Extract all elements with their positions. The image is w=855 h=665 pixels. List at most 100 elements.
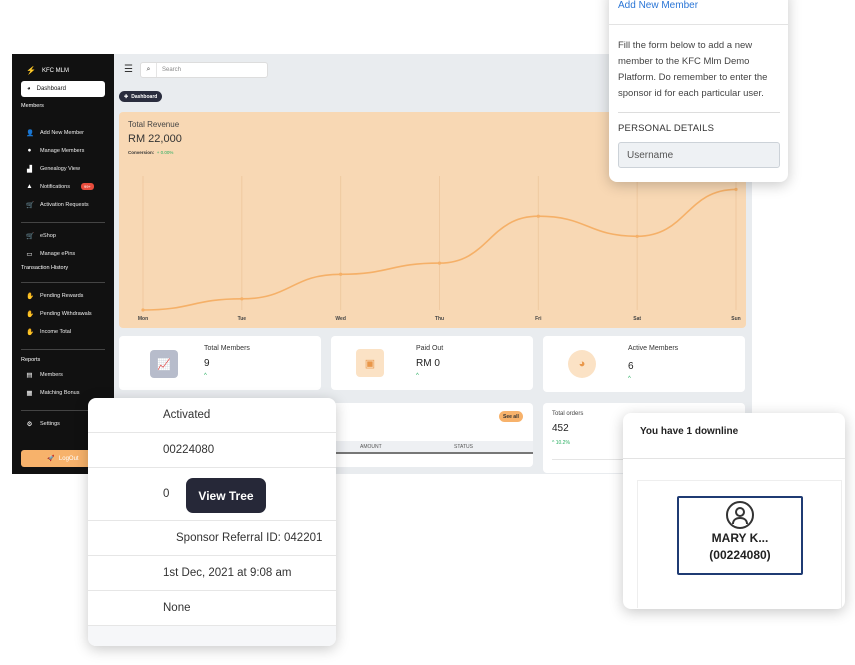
brand[interactable]: ⚡ KFC MLM [26,66,69,75]
total-members-value: 9 [204,358,210,369]
data-point[interactable] [339,272,343,276]
bolt-icon: ⚡ [26,66,36,75]
downline-count: 0 [163,488,170,500]
section-transaction-history: Transaction History [21,265,69,271]
cart-icon: 🛒 [26,233,35,240]
x-tick-label: Fri [535,316,542,322]
divider [21,222,105,223]
hand-coin-icon: ✋ [26,293,35,300]
sidebar-item-manage-epins[interactable]: ▭ Manage ePins [26,250,112,258]
plus-icon: ✚ [124,93,129,100]
trend-icon: 📈 [150,350,178,378]
notification-badge: 99+ [80,183,94,190]
detail-status: Activated [88,398,336,433]
sidebar-item-pending-rewards[interactable]: ✋ Pending Rewards [26,292,112,300]
dashboard-button[interactable]: ✚ Dashboard [119,91,163,102]
downline-title: You have 1 downline [640,426,739,437]
trend-indicator: ^ [628,376,631,382]
total-members-card: 📈 Total Members 9 ^ [119,336,321,390]
orders-label: Total orders [552,411,584,417]
sidebar-item-manage-members[interactable]: ● Manage Members [26,147,112,154]
node-name: MARY K... [711,531,769,545]
paid-out-card: ▣ Paid Out RM 0 ^ [331,336,533,390]
sidebar-item-add-new-member[interactable]: 👤 Add New Member [26,129,112,137]
paid-out-value: RM 0 [416,358,440,369]
detail-member-id: 00224080 [88,433,336,468]
hand-coin-icon: ✋ [26,311,35,318]
menu-icon[interactable]: ☰ [124,64,133,75]
palette-icon: ◕ [27,86,31,92]
divider [21,282,105,283]
orders-value: 452 [552,423,569,434]
x-tick-label: Sun [731,316,740,322]
active-members-value: 6 [628,361,634,372]
node-id: (00224080) [709,548,771,562]
downline-panel: You have 1 downline MARY K... (00224080) [623,413,845,609]
search-box[interactable]: ⌕ Search [140,62,268,78]
section-reports: Reports [21,357,41,363]
sidebar-item-income-total[interactable]: ✋ Income Total [26,328,112,336]
paid-out-label: Paid Out [416,345,444,352]
divider [21,349,105,350]
sidebar-item-dashboard[interactable]: ◕ Dashboard [21,81,105,97]
data-point[interactable] [734,187,738,191]
section-members: Members [21,103,44,109]
tree-node[interactable]: MARY K... (00224080) [677,496,803,575]
user-icon: ● [27,147,32,154]
hand-coin-icon: ✋ [26,329,35,336]
x-tick-label: Sat [633,316,641,322]
sidebar-item-matching-bonus[interactable]: ▦ Matching Bonus [26,389,112,397]
detail-sponsor: Sponsor Referral ID: 042201 [88,521,336,556]
data-point[interactable] [536,214,540,218]
x-tick-label: Thu [435,316,444,322]
detail-joined: 1st Dec, 2021 at 9:08 am [88,556,336,591]
view-tree-button[interactable]: View Tree [186,478,266,513]
chart-icon: ▟ [27,166,32,173]
divider [618,112,780,113]
add-member-description: Fill the form below to add a new member … [618,40,768,99]
palette-icon: ◕ [568,350,596,378]
col-amount: AMOUNT [360,444,382,450]
search-input[interactable]: Search [157,67,181,73]
divider [623,458,845,459]
sidebar-item-pending-withdrawals[interactable]: ✋ Pending Withdrawals [26,310,112,318]
trend-indicator: ^ [416,373,419,379]
sidebar-item-report-members[interactable]: ▤ Members [26,371,112,379]
data-point[interactable] [141,308,145,312]
sidebar-item-genealogy-view[interactable]: ▟ Genealogy View [26,165,112,173]
sidebar-item-activation-requests[interactable]: 🛒 Activation Requests [26,201,112,209]
rocket-icon: 🚀 [47,456,55,462]
data-point[interactable] [437,261,442,265]
x-tick-label: Wed [335,316,345,322]
cash-register-icon: ▣ [356,349,384,377]
active-members-label: Active Members [628,345,679,352]
sidebar-item-eshop[interactable]: 🛒 eShop [26,232,112,240]
user-avatar-icon [726,501,754,529]
calendar-icon: ▦ [26,390,33,397]
see-all-button[interactable]: See all [499,411,523,422]
orders-change: ^ 10.2% [552,440,570,446]
gear-icon: ⚙ [26,421,33,428]
trend-indicator: ^ [204,373,207,379]
bell-icon: ▲ [26,183,33,190]
active-members-card: ◕ Active Members 6 ^ [543,336,745,392]
data-point[interactable] [240,297,244,301]
total-members-label: Total Members [204,345,250,352]
inbox-icon: ▭ [26,251,33,258]
search-icon: ⌕ [141,63,157,77]
add-member-panel: Add New Member Fill the form below to ad… [609,0,788,182]
detail-extra: None [88,591,336,626]
cart-icon: 🛒 [26,202,35,209]
data-point[interactable] [635,234,639,238]
member-detail-panel: Activated 00224080 0 View Tree Sponsor R… [88,398,336,646]
col-status: STATUS [454,444,473,450]
sidebar-item-notifications[interactable]: ▲ Notifications 99+ [26,183,112,190]
add-member-title: Add New Member [618,0,699,11]
x-tick-label: Mon [138,316,148,322]
divider [609,24,788,25]
username-input[interactable]: Username [618,142,780,168]
user-plus-icon: 👤 [26,130,35,137]
x-tick-label: Tue [238,316,247,322]
document-icon: ▤ [26,372,33,379]
detail-footer [88,626,336,646]
